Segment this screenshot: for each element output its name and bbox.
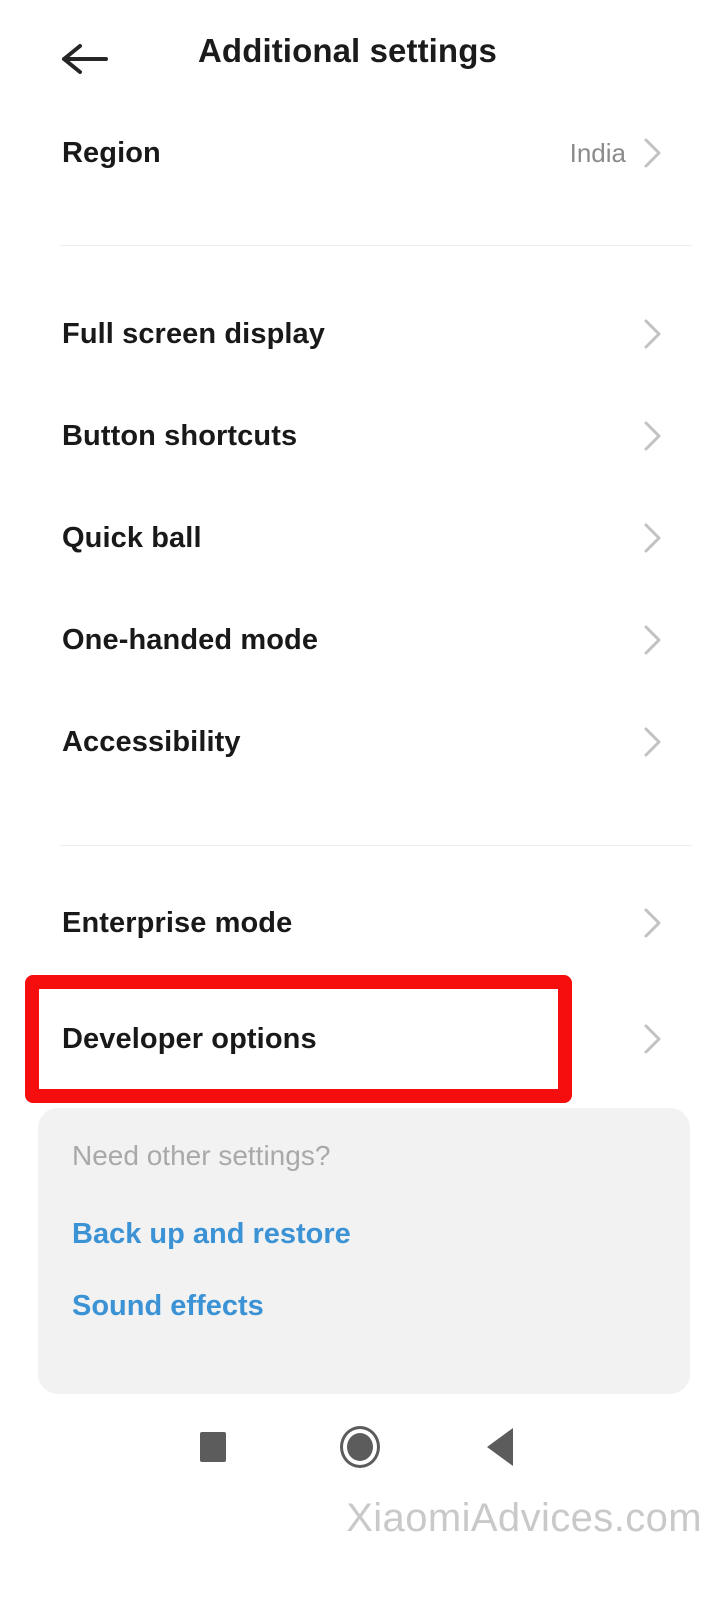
chevron-right-icon xyxy=(642,136,664,170)
settings-row-label: Quick ball xyxy=(62,521,202,554)
settings-row-label: Enterprise mode xyxy=(62,906,293,939)
settings-row-developer-options[interactable]: Developer options xyxy=(0,1008,720,1070)
settings-row-label: Button shortcuts xyxy=(62,419,298,452)
settings-row-label: Full screen display xyxy=(62,317,325,350)
link-sound-effects[interactable]: Sound effects xyxy=(72,1290,264,1323)
back-button[interactable] xyxy=(52,26,118,92)
section-divider-2 xyxy=(60,845,692,846)
app-bar: Additional settings xyxy=(0,0,720,118)
page-title: Additional settings xyxy=(198,32,497,69)
settings-row-enterprise-mode[interactable]: Enterprise mode xyxy=(0,892,720,954)
settings-row-label: Region xyxy=(62,136,161,169)
need-other-settings-card: Need other settings? Back up and restore… xyxy=(38,1108,690,1394)
settings-row-button-shortcuts[interactable]: Button shortcuts xyxy=(0,405,720,467)
arrow-left-icon xyxy=(60,41,110,77)
site-watermark: XiaomiAdvices.com xyxy=(346,1496,702,1540)
chevron-right-icon xyxy=(642,1022,664,1056)
triangle-left-icon xyxy=(487,1428,513,1466)
chevron-right-icon xyxy=(642,725,664,759)
nav-back-button[interactable] xyxy=(463,1410,537,1484)
chevron-right-icon xyxy=(642,419,664,453)
chevron-right-icon xyxy=(642,906,664,940)
chevron-right-icon xyxy=(642,521,664,555)
settings-row-full-screen-display[interactable]: Full screen display xyxy=(0,303,720,365)
settings-row-region[interactable]: Region India xyxy=(0,122,720,184)
nav-recents-button[interactable] xyxy=(176,1410,250,1484)
link-back-up-and-restore[interactable]: Back up and restore xyxy=(72,1218,351,1251)
settings-row-label: Developer options xyxy=(62,1022,317,1055)
chevron-right-icon xyxy=(642,317,664,351)
system-navigation-bar xyxy=(0,1410,720,1484)
settings-row-value: India xyxy=(569,137,626,168)
section-divider-1 xyxy=(60,245,692,246)
settings-row-label: Accessibility xyxy=(62,725,241,758)
settings-row-one-handed-mode[interactable]: One-handed mode xyxy=(0,609,720,671)
settings-row-accessibility[interactable]: Accessibility xyxy=(0,711,720,773)
square-icon xyxy=(200,1432,226,1462)
settings-row-label: One-handed mode xyxy=(62,623,319,656)
chevron-right-icon xyxy=(642,623,664,657)
circle-icon xyxy=(340,1426,380,1468)
nav-home-button[interactable] xyxy=(323,1410,397,1484)
settings-row-quick-ball[interactable]: Quick ball xyxy=(0,507,720,569)
need-other-settings-title: Need other settings? xyxy=(72,1140,331,1171)
